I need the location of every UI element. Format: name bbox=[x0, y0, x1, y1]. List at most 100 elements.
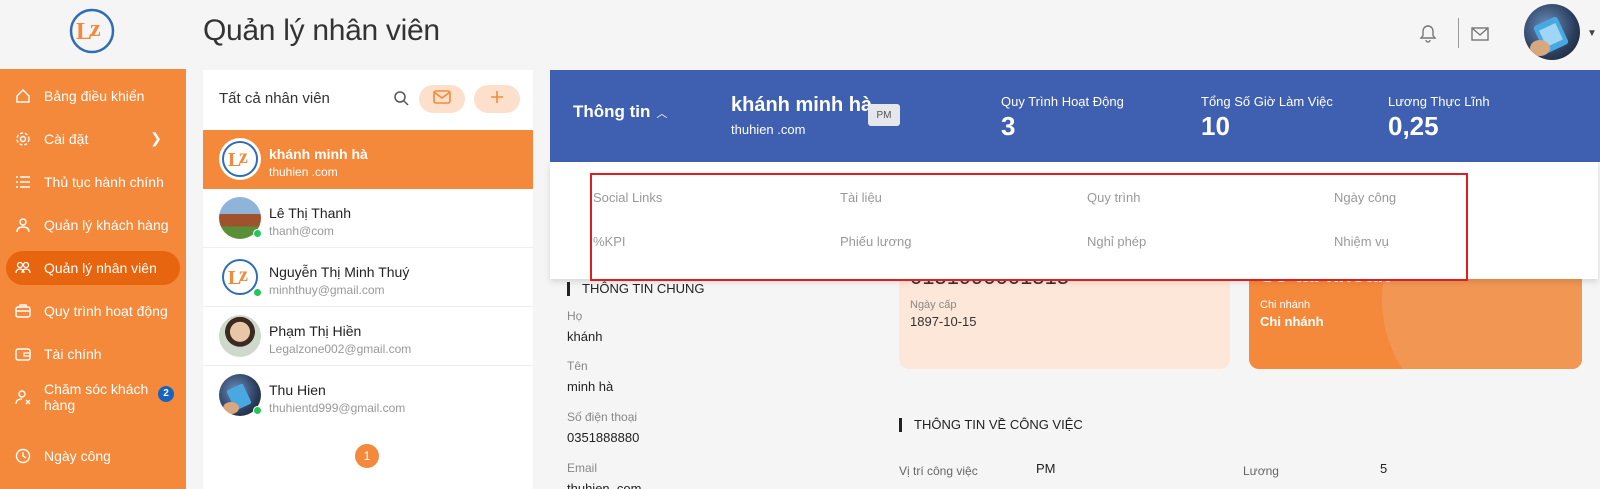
list-item[interactable]: Lê Thị Thanh thanh@com bbox=[203, 189, 533, 248]
company-logo[interactable]: L z bbox=[64, 6, 120, 56]
employee-name: Phạm Thị Hiền bbox=[269, 323, 362, 339]
sidebar-item-employees[interactable]: Quản lý nhân viên bbox=[6, 251, 180, 285]
list-icon bbox=[14, 173, 32, 191]
employee-summary-bar: Thông tin ︿ khánh minh hà thuhien .com PM… bbox=[550, 70, 1600, 162]
employee-name-heading: khánh minh hà bbox=[731, 94, 873, 116]
menu-item-documents[interactable]: Tài liệu bbox=[840, 190, 882, 205]
sidebar-item-label: Chăm sóc khách hàng bbox=[44, 381, 149, 413]
employee-email: thuhientd999@gmail.com bbox=[269, 401, 406, 415]
role-badge: PM bbox=[868, 104, 900, 126]
stat-total-hours: Tổng Số Giờ Làm Việc 10 bbox=[1201, 94, 1333, 142]
user-icon bbox=[14, 216, 32, 234]
employee-name: Thu Hien bbox=[269, 382, 326, 398]
header-divider bbox=[1458, 18, 1459, 48]
top-header: L z Quản lý nhân viên ▼ bbox=[0, 0, 1600, 69]
list-item[interactable]: Phạm Thị Hiền Legalzone002@gmail.com bbox=[203, 307, 533, 366]
clock-icon bbox=[14, 447, 32, 465]
briefcase-icon bbox=[14, 302, 32, 320]
info-toggle-label: Thông tin bbox=[573, 102, 651, 121]
issue-date-value: 1897-10-15 bbox=[910, 314, 977, 329]
field-value: khánh bbox=[567, 329, 603, 344]
sidebar-item-settings[interactable]: Cài đặt ❯ bbox=[6, 122, 180, 156]
sidebar-item-label: Quản lý nhân viên bbox=[44, 260, 157, 276]
branch-label: Chi nhánh bbox=[1260, 299, 1311, 311]
sidebar-item-label: Quản lý khách hàng bbox=[44, 217, 169, 233]
stat-value: 10 bbox=[1201, 111, 1230, 141]
list-item[interactable]: Lz Nguyễn Thị Minh Thuý minhthuy@gmail.c… bbox=[203, 248, 533, 307]
online-status-dot bbox=[253, 229, 262, 238]
home-icon bbox=[14, 87, 32, 105]
list-title: Tất cả nhân viên bbox=[219, 90, 330, 107]
chevron-down-icon[interactable]: ▼ bbox=[1587, 28, 1597, 39]
stat-net-salary: Lương Thực Lĩnh 0,25 bbox=[1388, 94, 1490, 142]
sidebar-item-label: Ngày công bbox=[44, 448, 111, 464]
avatar: Lz bbox=[219, 138, 261, 180]
list-item[interactable]: Lz khánh minh hà thuhien .com bbox=[203, 130, 533, 189]
users-icon bbox=[14, 259, 32, 277]
field-value: minh hà bbox=[567, 379, 614, 394]
gear-icon bbox=[14, 130, 32, 148]
notification-badge: 2 bbox=[158, 386, 174, 402]
menu-item-leave[interactable]: Nghỉ phép bbox=[1087, 234, 1146, 249]
sidebar-item-customers[interactable]: Quản lý khách hàng bbox=[6, 208, 180, 242]
employee-email: Legalzone002@gmail.com bbox=[269, 342, 412, 356]
stat-label: Lương Thực Lĩnh bbox=[1388, 94, 1490, 109]
info-dropdown-menu: Social Links Tài liệu Quy trình Ngày côn… bbox=[550, 162, 1598, 279]
add-employee-button[interactable] bbox=[474, 85, 520, 113]
field-label: Email bbox=[567, 461, 598, 475]
sidebar-item-dashboard[interactable]: Bảng điều khiển bbox=[6, 79, 180, 113]
online-status-dot bbox=[253, 406, 262, 415]
stat-value: 0,25 bbox=[1388, 111, 1439, 141]
svg-text:z: z bbox=[239, 264, 248, 286]
menu-item-workdays[interactable]: Ngày công bbox=[1334, 190, 1396, 205]
plus-icon bbox=[490, 90, 504, 109]
online-status-dot bbox=[253, 288, 262, 297]
svg-text:z: z bbox=[239, 146, 248, 168]
salary-label: Lương bbox=[1243, 464, 1279, 478]
position-value: PM bbox=[1036, 461, 1056, 476]
general-info-title: THÔNG TIN CHUNG bbox=[567, 282, 705, 296]
page-title: Quản lý nhân viên bbox=[203, 14, 440, 47]
pagination-page-1[interactable]: 1 bbox=[355, 444, 379, 468]
employee-list-panel: Tất cả nhân viên Lz khánh minh hà thuhie… bbox=[203, 70, 533, 489]
menu-item-kpi[interactable]: %KPI bbox=[593, 234, 626, 249]
mail-icon[interactable] bbox=[1466, 20, 1494, 48]
stat-value: 3 bbox=[1001, 111, 1016, 141]
field-label: Họ bbox=[567, 309, 583, 323]
user-avatar[interactable] bbox=[1524, 4, 1580, 60]
support-icon bbox=[14, 388, 32, 406]
position-label: Vị trí công việc bbox=[899, 464, 978, 478]
sidebar-item-customer-care[interactable]: Chăm sóc khách hàng 2 bbox=[6, 377, 180, 417]
employee-name: Nguyễn Thị Minh Thuý bbox=[269, 264, 410, 280]
sidebar-item-workdays[interactable]: Ngày công bbox=[6, 439, 180, 473]
employee-email: thuhien .com bbox=[269, 165, 338, 179]
branch-value: Chi nhánh bbox=[1260, 314, 1324, 329]
sidebar-item-admin-procedures[interactable]: Thủ tục hành chính bbox=[6, 165, 180, 199]
employee-email: minhthuy@gmail.com bbox=[269, 283, 385, 297]
menu-item-workflows[interactable]: Quy trình bbox=[1087, 190, 1140, 205]
sidebar-item-workflows[interactable]: Quy trình hoạt động bbox=[6, 294, 180, 328]
job-info-title: THÔNG TIN VỀ CÔNG VIỆC bbox=[899, 418, 1083, 432]
employee-email-sub: thuhien .com bbox=[731, 122, 806, 137]
stat-workflows: Quy Trình Hoạt Động 3 bbox=[1001, 94, 1124, 142]
sidebar-item-label: Thủ tục hành chính bbox=[44, 174, 164, 190]
search-icon[interactable] bbox=[393, 90, 411, 108]
issue-date-label: Ngày cấp bbox=[910, 299, 957, 311]
bell-icon[interactable] bbox=[1414, 20, 1442, 48]
sidebar: Bảng điều khiển Cài đặt ❯ Thủ tục hành c… bbox=[0, 69, 186, 489]
list-item[interactable]: Thu Hien thuhientd999@gmail.com bbox=[203, 366, 533, 425]
menu-item-tasks[interactable]: Nhiệm vụ bbox=[1334, 234, 1389, 249]
info-toggle-button[interactable]: Thông tin ︿ bbox=[573, 102, 667, 122]
stat-label: Quy Trình Hoạt Động bbox=[1001, 94, 1124, 109]
sidebar-item-finance[interactable]: Tài chính bbox=[6, 337, 180, 371]
sidebar-item-label: Cài đặt bbox=[44, 131, 89, 147]
menu-item-payslip[interactable]: Phiếu lương bbox=[840, 234, 911, 249]
wallet-icon bbox=[14, 345, 32, 363]
message-button[interactable] bbox=[419, 85, 465, 113]
employee-email: thanh@com bbox=[269, 224, 334, 238]
menu-item-social-links[interactable]: Social Links bbox=[593, 190, 662, 205]
sidebar-item-label: Tài chính bbox=[44, 346, 102, 362]
stat-label: Tổng Số Giờ Làm Việc bbox=[1201, 94, 1333, 109]
field-value: 0351888880 bbox=[567, 430, 640, 445]
employee-name: Lê Thị Thanh bbox=[269, 205, 351, 221]
